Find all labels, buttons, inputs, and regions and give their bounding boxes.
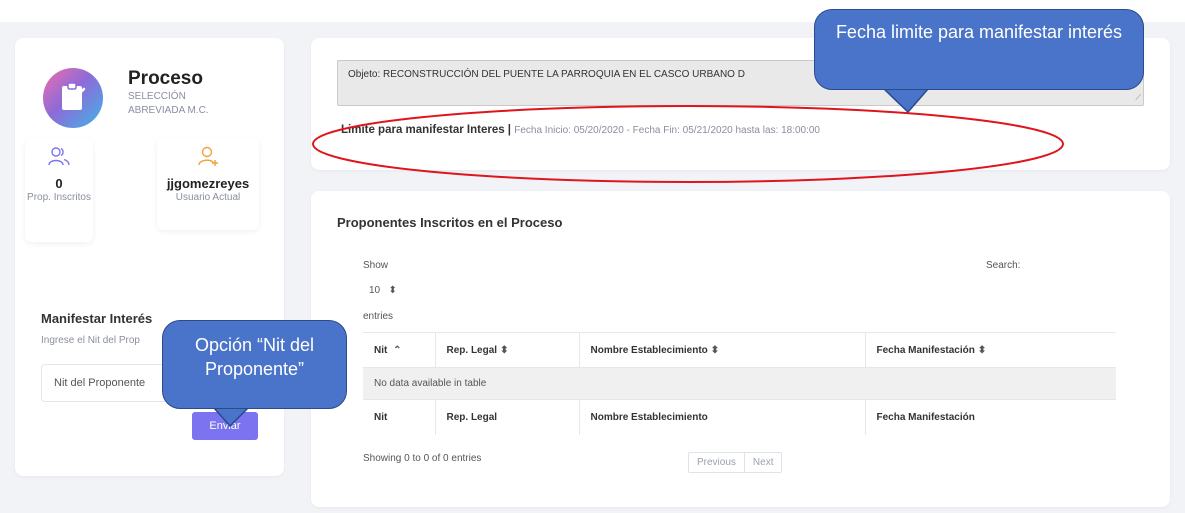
- nit-option-callout: Opción “Nit del Proponente”: [162, 320, 347, 409]
- nit-callout-pointer: [212, 407, 250, 428]
- fecha-callout-pointer: [882, 88, 930, 114]
- deadline-highlight-ellipse: [312, 105, 1064, 183]
- fecha-limite-callout: Fecha limite para manifestar interés: [814, 9, 1144, 90]
